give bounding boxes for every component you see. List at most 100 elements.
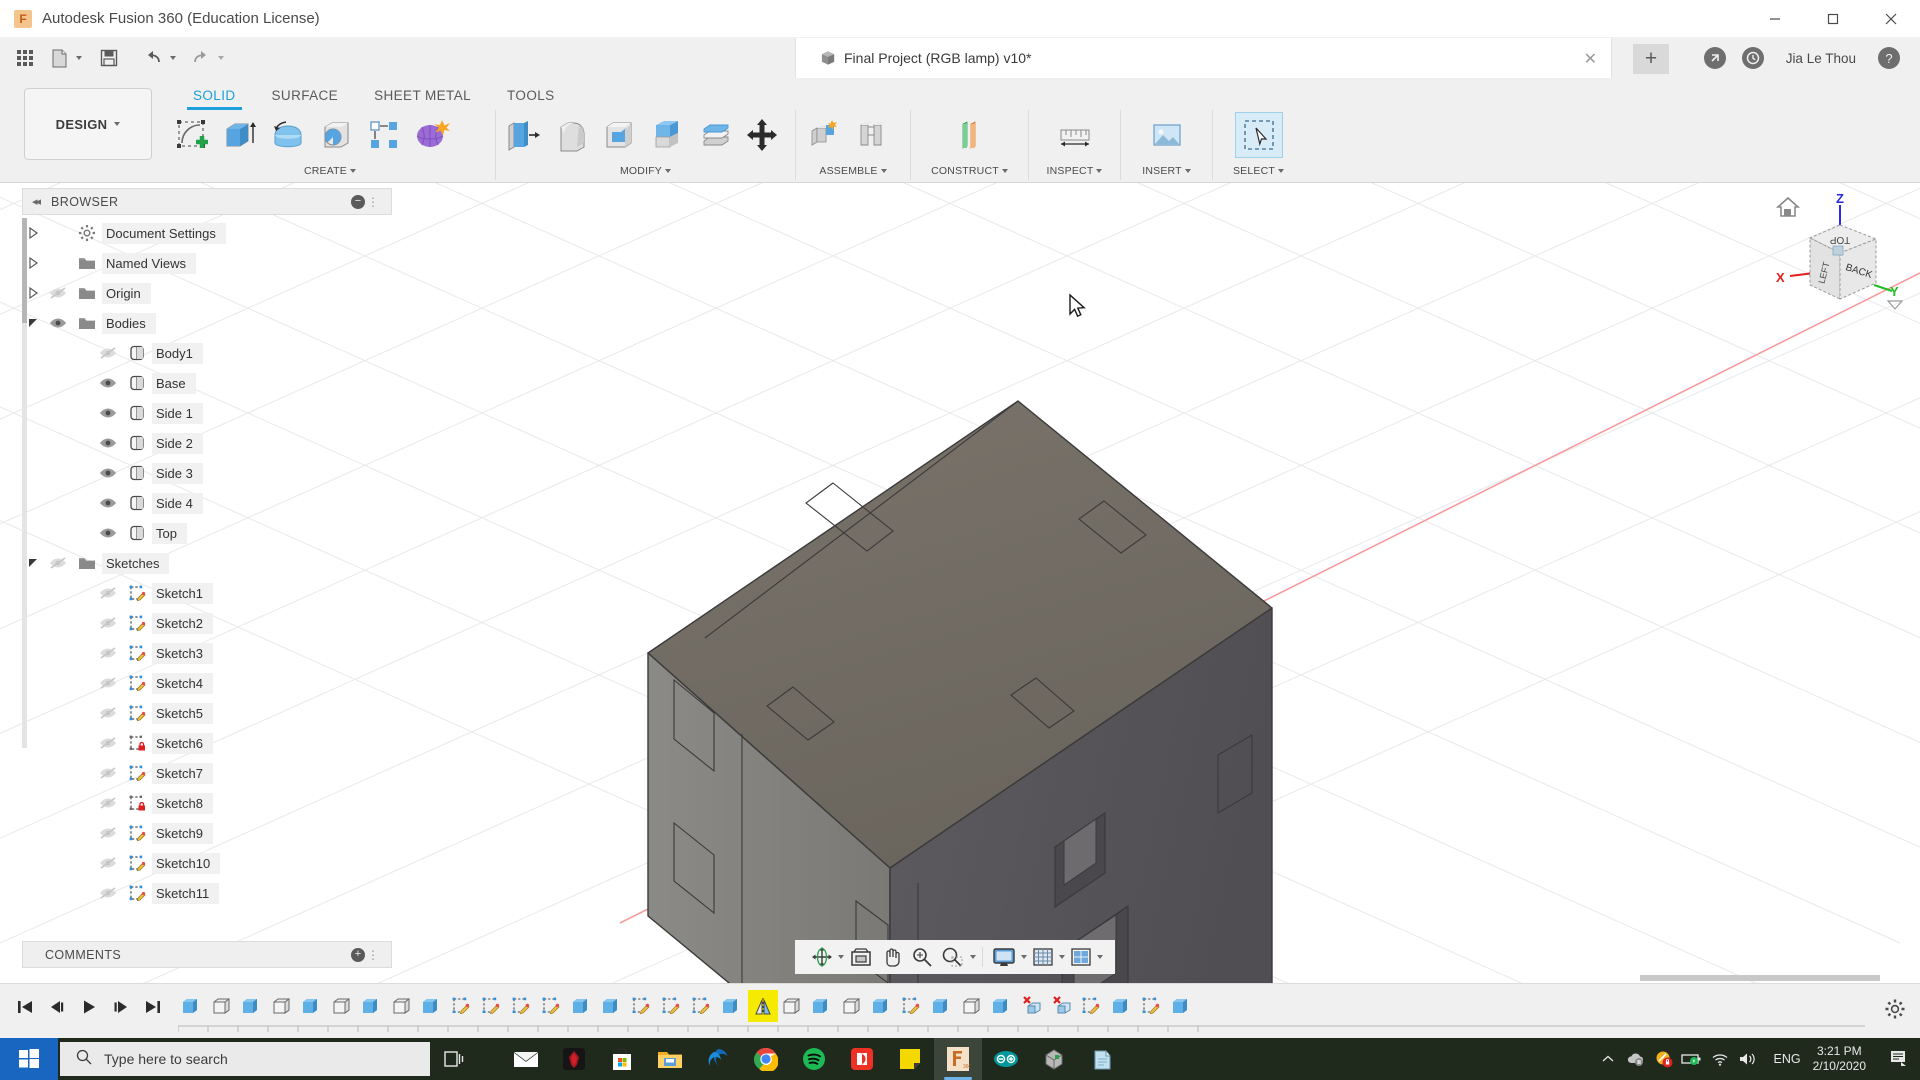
save-icon[interactable]: [92, 43, 126, 73]
wifi-icon[interactable]: [1706, 1038, 1734, 1080]
display-settings-icon[interactable]: [989, 942, 1019, 972]
tab-solid[interactable]: SOLID: [175, 84, 254, 110]
collapse-left-icon[interactable]: ◂◂: [32, 195, 41, 208]
user-name-label[interactable]: Jia Le Thou: [1786, 51, 1856, 66]
revolve-icon[interactable]: [264, 112, 312, 158]
timeline-feature-extrude-blue[interactable]: [418, 990, 448, 1022]
step-forward-icon[interactable]: [106, 992, 136, 1022]
browser-node-document-settings[interactable]: Document Settings: [22, 218, 392, 248]
chevron-up-icon[interactable]: [1594, 1038, 1622, 1080]
visibility-eye-icon[interactable]: [94, 376, 122, 390]
timeline-feature-extrude-blue[interactable]: [1168, 990, 1198, 1022]
visibility-eye-icon[interactable]: [94, 706, 122, 720]
pan-icon[interactable]: [878, 942, 906, 972]
spotify-icon[interactable]: [790, 1038, 838, 1080]
arduino-icon[interactable]: [982, 1038, 1030, 1080]
timeline-feature-sketch[interactable]: [1138, 990, 1168, 1022]
visibility-eye-icon[interactable]: [94, 346, 122, 360]
resize-grip[interactable]: ⋮: [367, 195, 379, 209]
visibility-eye-icon[interactable]: [44, 286, 72, 300]
timeline-feature-extrude-blue[interactable]: [718, 990, 748, 1022]
timeline-feature-extrude-gray[interactable]: [388, 990, 418, 1022]
measure-icon[interactable]: [1051, 112, 1099, 158]
timeline-feature-sketch[interactable]: [688, 990, 718, 1022]
fillet-icon[interactable]: [547, 112, 595, 158]
predator-icon[interactable]: [550, 1038, 598, 1080]
joint-icon[interactable]: [847, 112, 895, 158]
dolby-icon[interactable]: [838, 1038, 886, 1080]
browser-node-side-3[interactable]: Side 3: [22, 458, 392, 488]
offset-face-icon[interactable]: [691, 112, 739, 158]
timeline-feature-extrude-gray[interactable]: [778, 990, 808, 1022]
timeline-feature-sketch[interactable]: [478, 990, 508, 1022]
orbit-dropdown-caret[interactable]: [837, 955, 844, 959]
cloud-sync-icon[interactable]: [1622, 1038, 1650, 1080]
redo-dropdown-caret[interactable]: [218, 56, 224, 60]
timeline-feature-extrude-gray[interactable]: [268, 990, 298, 1022]
new-file-icon[interactable]: [42, 43, 76, 73]
browser-node-sketches[interactable]: Sketches: [22, 548, 392, 578]
visibility-eye-icon[interactable]: [94, 796, 122, 810]
browser-node-sketch6[interactable]: Sketch6: [22, 728, 392, 758]
timeline-feature-sketch[interactable]: [898, 990, 928, 1022]
zoom-icon[interactable]: [908, 942, 936, 972]
fusion360-icon[interactable]: 360: [934, 1038, 982, 1080]
timeline-feature-extrude-blue[interactable]: [178, 990, 208, 1022]
chrome-icon[interactable]: [742, 1038, 790, 1080]
pattern-icon[interactable]: [360, 112, 408, 158]
timeline-feature-extrude-gray[interactable]: [208, 990, 238, 1022]
new-document-tab-button[interactable]: +: [1633, 44, 1669, 74]
timeline-settings-gear-icon[interactable]: [1884, 998, 1906, 1025]
visibility-eye-icon[interactable]: [94, 616, 122, 630]
timeline-feature-extrude-blue[interactable]: [598, 990, 628, 1022]
browser-node-side-1[interactable]: Side 1: [22, 398, 392, 428]
panel-inspect-label[interactable]: INSPECT: [1032, 165, 1117, 180]
panel-insert-label[interactable]: INSERT: [1124, 165, 1209, 180]
visibility-eye-icon[interactable]: [94, 886, 122, 900]
edge-icon[interactable]: [694, 1038, 742, 1080]
go-to-beginning-icon[interactable]: [10, 992, 40, 1022]
visibility-eye-icon[interactable]: [94, 646, 122, 660]
browser-node-sketch1[interactable]: Sketch1: [22, 578, 392, 608]
browser-node-top[interactable]: Top: [22, 518, 392, 548]
new-component-icon[interactable]: [799, 112, 847, 158]
tree-expand-arrow-icon[interactable]: [22, 556, 44, 570]
offset-plane-icon[interactable]: [946, 112, 994, 158]
grid-snaps-dropdown-caret[interactable]: [1058, 955, 1065, 959]
timeline-feature-sketch[interactable]: [628, 990, 658, 1022]
visibility-eye-icon[interactable]: [94, 436, 122, 450]
tree-expand-arrow-icon[interactable]: [22, 256, 44, 270]
browser-node-side-2[interactable]: Side 2: [22, 428, 392, 458]
visibility-eye-icon[interactable]: [94, 586, 122, 600]
timeline-feature-sketch[interactable]: [1078, 990, 1108, 1022]
timeline-feature-extrude-blue[interactable]: [988, 990, 1018, 1022]
panel-construct-label[interactable]: CONSTRUCT: [914, 165, 1025, 180]
tab-surface[interactable]: SURFACE: [254, 84, 357, 110]
action-center-icon[interactable]: [1880, 1038, 1920, 1080]
resize-grip[interactable]: ⋮: [367, 948, 379, 962]
browser-node-body1[interactable]: Body1: [22, 338, 392, 368]
timeline-feature-extrude-blue[interactable]: [868, 990, 898, 1022]
minimize-icon[interactable]: −: [351, 194, 365, 209]
fit-dropdown-caret[interactable]: [969, 955, 976, 959]
onshape-icon[interactable]: [1078, 1038, 1126, 1080]
clock[interactable]: 3:21 PM 2/10/2020: [1813, 1044, 1866, 1074]
new-file-group[interactable]: [42, 43, 82, 73]
draft-icon[interactable]: [643, 112, 691, 158]
viewports-icon[interactable]: [1067, 942, 1095, 972]
redo-icon[interactable]: [184, 43, 218, 73]
timeline-feature-mirror[interactable]: [748, 990, 778, 1022]
visibility-eye-icon[interactable]: [44, 556, 72, 570]
visibility-eye-icon[interactable]: [94, 406, 122, 420]
app-grid-icon[interactable]: [8, 43, 42, 73]
new-file-dropdown-caret[interactable]: [76, 56, 82, 60]
timeline-feature-extrude-gray[interactable]: [328, 990, 358, 1022]
tab-sheet-metal[interactable]: SHEET METAL: [356, 84, 489, 110]
grid-snaps-icon[interactable]: [1029, 942, 1057, 972]
timeline-feature-extrude-gray[interactable]: [958, 990, 988, 1022]
visibility-eye-icon[interactable]: [94, 766, 122, 780]
browser-node-base[interactable]: Base: [22, 368, 392, 398]
timeline-feature-extrude-blue[interactable]: [238, 990, 268, 1022]
panel-select-label[interactable]: SELECT: [1216, 165, 1301, 180]
move-copy-icon[interactable]: [739, 112, 787, 158]
